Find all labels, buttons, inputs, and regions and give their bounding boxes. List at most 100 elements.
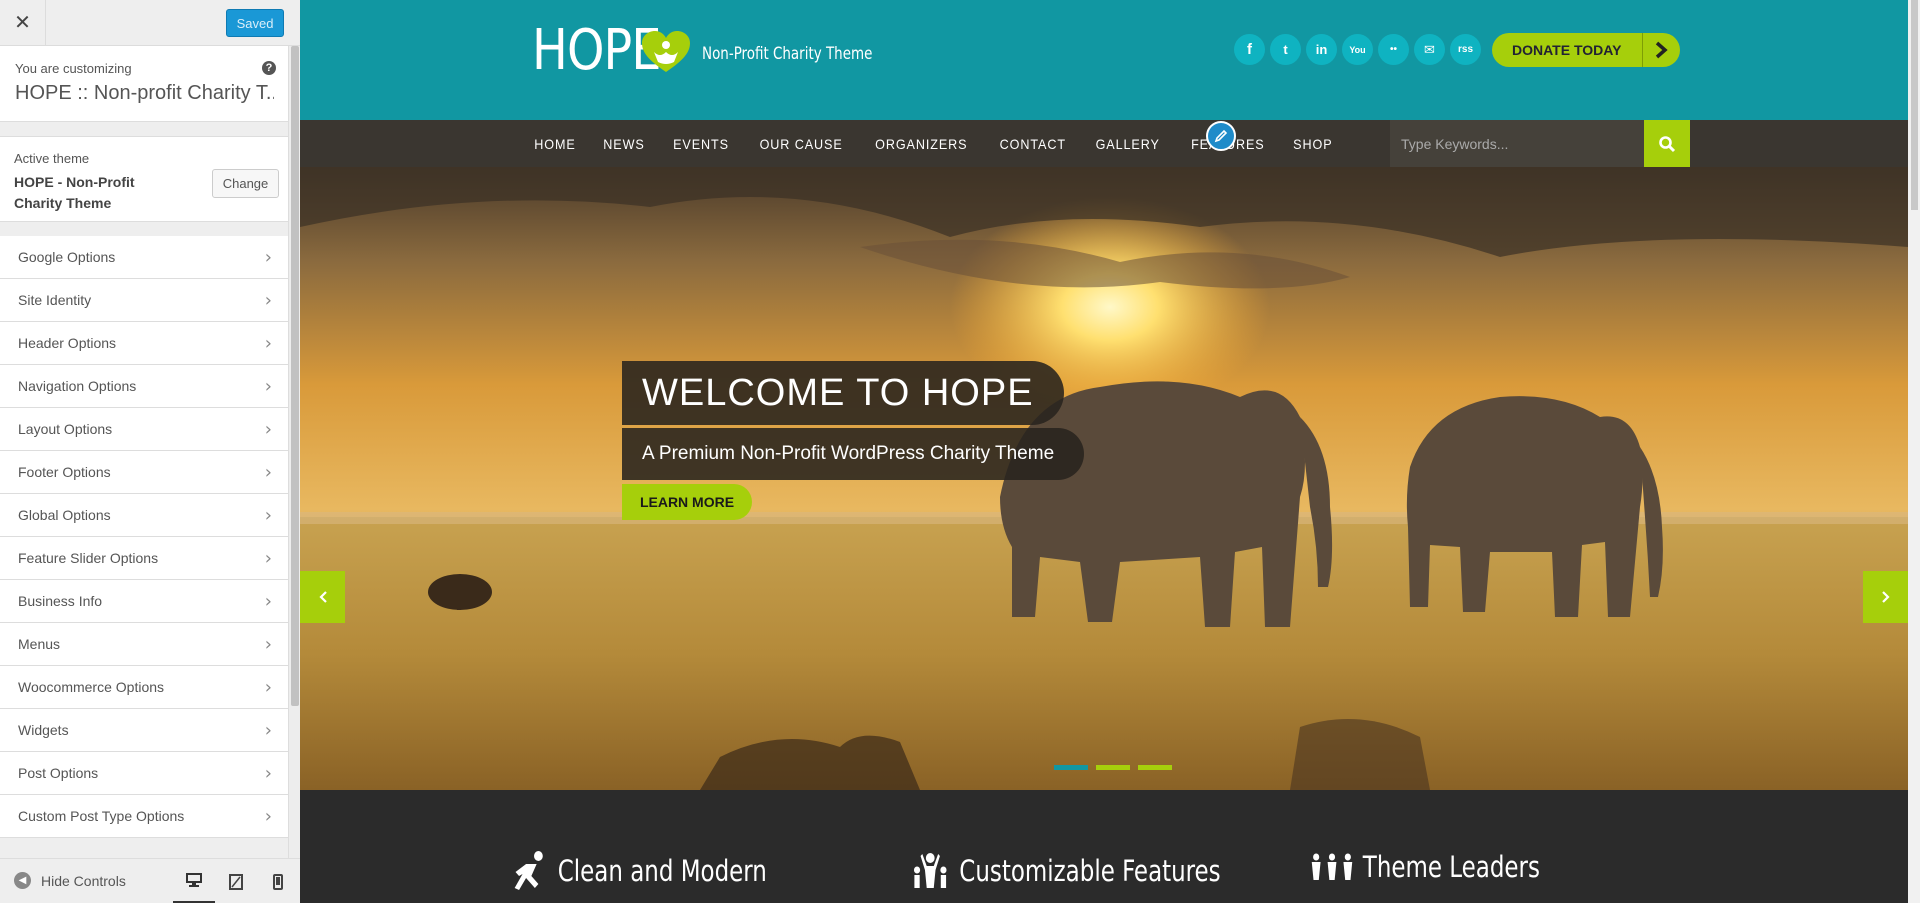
chevron-right-icon [1642,33,1678,67]
sidebar-item-custom-post-type-options[interactable]: Custom Post Type Options › [0,795,288,838]
hero-title: WELCOME TO HOPE [622,361,1064,425]
desktop-icon[interactable] [173,859,215,903]
chevron-right-icon: › [264,676,272,698]
facebook-icon[interactable]: f [1234,34,1265,65]
saved-button[interactable]: Saved [226,9,284,37]
nav-item-shop[interactable]: SHOP [1294,136,1333,152]
hero-image [300,167,1908,790]
hide-controls-button[interactable]: ◀ Hide Controls [14,872,126,889]
sidebar-item-label: Menus [18,636,61,652]
slider-prev-button[interactable] [300,571,345,623]
slider-next-button[interactable] [1863,571,1908,623]
chevron-right-icon: › [264,289,272,311]
linkedin-icon[interactable]: in [1306,34,1337,65]
nav-item-gallery[interactable]: GALLERY [1096,136,1160,152]
flickr-icon[interactable]: •• [1378,34,1409,65]
sidebar-item-label: Post Options [18,765,99,781]
tablet-icon[interactable] [215,859,257,903]
sidebar-item-label: Custom Post Type Options [18,808,185,824]
preview-scrollbar[interactable] [1908,0,1920,903]
rss-icon[interactable]: rss [1450,34,1481,65]
sidebar-item-navigation-options[interactable]: Navigation Options › [0,365,288,408]
sidebar-item-layout-options[interactable]: Layout Options › [0,408,288,451]
sidebar-item-global-options[interactable]: Global Options › [0,494,288,537]
mobile-icon[interactable] [257,859,299,903]
slider-dot[interactable] [1054,765,1088,770]
sidebar-item-google-options[interactable]: Google Options › [0,236,288,279]
change-theme-button[interactable]: Change [212,169,279,198]
sidebar-item-post-options[interactable]: Post Options › [0,752,288,795]
sidebar-item-label: Business Info [18,593,103,609]
feature-theme-leaders: Theme Leaders [1310,850,1540,884]
sidebar-item-label: Google Options [18,249,116,265]
chevron-right-icon: › [264,547,272,569]
edit-shortcut-pencil-icon[interactable] [1206,121,1236,151]
sidebar-item-label: Site Identity [18,292,92,308]
running-person-icon [514,851,543,890]
twitter-icon[interactable]: t [1270,34,1301,65]
email-icon[interactable]: ✉ [1414,34,1445,65]
chevron-right-icon: › [264,246,272,268]
help-icon[interactable]: ? [262,61,276,75]
active-theme-name: HOPE - Non-Profit Charity Theme [14,174,135,211]
sidebar-item-footer-options[interactable]: Footer Options › [0,451,288,494]
chevron-right-icon: › [264,762,272,784]
feature-customizable: Customizable Features [910,850,1221,892]
chevron-right-icon: › [264,461,272,483]
group-icon [1311,853,1353,880]
sidebar-item-widgets[interactable]: Widgets › [0,709,288,752]
sidebar-item-label: Navigation Options [18,378,137,394]
sidebar-footer: ◀ Hide Controls [0,858,300,903]
learn-more-button[interactable]: LEARN MORE [622,484,752,520]
nav-item-our-cause[interactable]: OUR CAUSE [760,136,843,152]
search-input[interactable]: Type Keywords... [1390,120,1644,167]
slider-dot[interactable] [1096,765,1130,770]
sidebar-item-woocommerce-options[interactable]: Woocommerce Options › [0,666,288,709]
hero-slider [300,167,1908,790]
sidebar-item-menus[interactable]: Menus › [0,623,288,666]
hero-subtitle: A Premium Non-Profit WordPress Charity T… [622,428,1085,480]
sidebar-scrollbar[interactable] [288,46,300,858]
customizer-sidebar: ✕ Saved You are customizing HOPE :: Non-… [0,0,300,903]
sidebar-item-label: Feature Slider Options [18,550,159,566]
donate-today-button[interactable]: DONATE TODAY [1492,33,1680,67]
sidebar-item-header-options[interactable]: Header Options › [0,322,288,365]
sidebar-panel: You are customizing HOPE :: Non-profit C… [0,46,288,858]
social-links: f t in You •• ✉ rss [1234,34,1486,65]
nav-item-news[interactable]: NEWS [603,136,644,152]
search-icon[interactable] [1644,120,1690,167]
sidebar-scrollbar-thumb[interactable] [291,46,299,706]
feature-title: Theme Leaders [1362,850,1540,884]
sidebar-item-label: Layout Options [18,421,113,437]
site-tagline: Non-Profit Charity Theme [702,44,873,64]
chevron-right-icon: › [264,332,272,354]
youtube-icon[interactable]: You [1342,34,1373,65]
customizing-label: You are customizing [15,61,132,76]
nav-item-events[interactable]: EVENTS [673,136,729,152]
donate-label: DONATE TODAY [1512,42,1622,58]
preview-scrollbar-thumb[interactable] [1911,0,1918,210]
sidebar-header: ✕ Saved [0,0,300,46]
heart-logo-icon [640,30,692,79]
divider [0,222,288,236]
chevron-right-icon: › [264,375,272,397]
slider-pagination [1054,765,1180,770]
close-icon[interactable]: ✕ [0,0,46,45]
chevron-right-icon: › [264,719,272,741]
site-preview: HOPE Non-Profit Charity Theme f t in You… [300,0,1920,903]
customizing-site-title: HOPE :: Non-profit Charity T... [15,82,274,104]
sidebar-item-feature-slider-options[interactable]: Feature Slider Options › [0,537,288,580]
sidebar-item-site-identity[interactable]: Site Identity › [0,279,288,322]
sidebar-item-label: Global Options [18,507,111,523]
slider-dot[interactable] [1138,765,1172,770]
nav-item-organizers[interactable]: ORGANIZERS [875,136,967,152]
nav-item-home[interactable]: HOME [534,136,575,152]
features-section: Clean and Modern Customizable Features T… [300,790,1908,903]
options-list: Google Options › Site Identity › Header Op… [0,236,288,838]
customizing-info: You are customizing HOPE :: Non-profit C… [0,46,288,122]
divider [0,122,288,136]
sidebar-item-business-info[interactable]: Business Info › [0,580,288,623]
nav-item-contact[interactable]: CONTACT [1000,136,1066,152]
chevron-right-icon: › [264,590,272,612]
feature-title: Clean and Modern [557,854,767,888]
